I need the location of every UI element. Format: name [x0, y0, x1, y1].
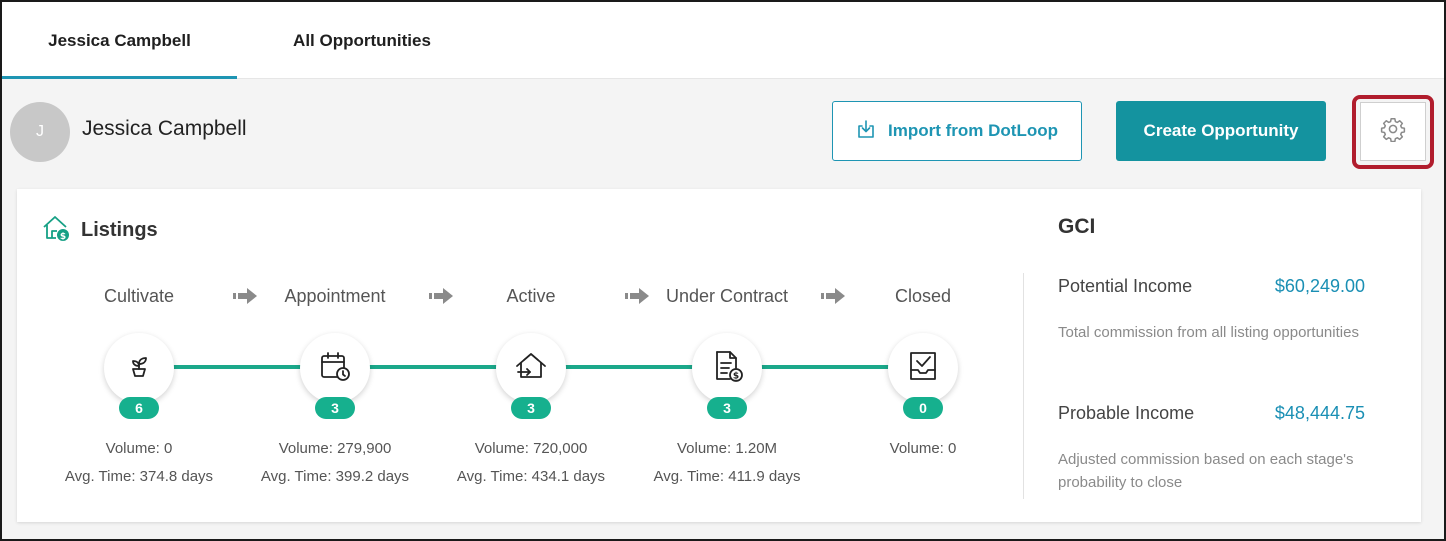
stage-appointment-button[interactable]	[300, 333, 370, 403]
stage-arrow-icon	[233, 288, 257, 304]
stage-volume-under-contract: Volume: 1.20M	[676, 440, 778, 457]
stage-volume-appointment: Volume: 279,900	[278, 440, 392, 457]
stage-label-active: Active	[506, 286, 556, 306]
probable-income-label: Probable Income	[1058, 403, 1195, 423]
stage-arrow-icon	[429, 288, 453, 304]
stage-label-under-contract: Under Contract	[665, 286, 789, 306]
gci-divider	[1023, 273, 1024, 499]
listings-header: $ Listings	[41, 213, 158, 248]
gear-icon	[1380, 116, 1406, 147]
import-button-label: Import from DotLoop	[888, 121, 1058, 140]
stage-avg-time-cultivate: Avg. Time: 374.8 days	[64, 468, 214, 485]
house-arrow-icon	[514, 349, 548, 388]
stage-count-badge-cultivate: 6	[119, 397, 159, 419]
tab-all-opportunities[interactable]: All Opportunities	[252, 2, 472, 79]
stage-arrow-icon	[625, 288, 649, 304]
settings-button[interactable]	[1360, 102, 1426, 161]
tab-jessica-campbell[interactable]: Jessica Campbell	[2, 2, 237, 79]
create-opportunity-button[interactable]: Create Opportunity	[1116, 101, 1326, 161]
stage-avg-time-under-contract: Avg. Time: 411.9 days	[653, 468, 801, 485]
plant-icon	[122, 349, 156, 388]
document-dollar-icon: $	[710, 349, 744, 388]
stage-arrow-icon	[821, 288, 845, 304]
stage-count-badge-appointment: 3	[315, 397, 355, 419]
app-frame: Jessica Campbell All Opportunities J Jes…	[0, 0, 1446, 541]
stage-volume-closed: Volume: 0	[889, 440, 957, 457]
probable-income-description: Adjusted commission based on each stage'…	[1058, 451, 1354, 491]
stage-count-badge-under-contract: 3	[707, 397, 747, 419]
stage-under-contract-button[interactable]: $	[692, 333, 762, 403]
listings-card: $ Listings Cultivate Appointment Active …	[17, 189, 1421, 522]
active-tab-indicator	[2, 76, 237, 79]
gci-title: GCI	[1058, 215, 1096, 238]
stage-count-badge-active: 3	[511, 397, 551, 419]
potential-income-value: $60,249.00	[1274, 276, 1365, 296]
stage-label-appointment: Appointment	[284, 286, 386, 306]
svg-text:$: $	[60, 232, 66, 242]
calendar-clock-icon	[318, 349, 352, 388]
stage-volume-active: Volume: 720,000	[474, 440, 588, 457]
house-dollar-icon: $	[41, 213, 71, 248]
stage-cultivate-button[interactable]	[104, 333, 174, 403]
stage-volume-cultivate: Volume: 0	[105, 440, 173, 457]
agent-name: Jessica Campbell	[82, 117, 247, 140]
import-from-dotloop-button[interactable]: Import from DotLoop	[832, 101, 1082, 161]
stage-label-closed: Closed	[894, 286, 952, 306]
potential-income-label: Potential Income	[1058, 276, 1193, 296]
stage-label-cultivate: Cultivate	[103, 286, 175, 306]
potential-income-description: Total commission from all listing opport…	[1058, 324, 1359, 341]
stage-closed-button[interactable]	[888, 333, 958, 403]
avatar: J	[10, 102, 70, 162]
svg-text:$: $	[733, 371, 739, 381]
listings-title: Listings	[81, 219, 158, 241]
inbox-check-icon	[906, 349, 940, 388]
download-icon	[856, 119, 876, 144]
stage-active-button[interactable]	[496, 333, 566, 403]
probable-income-value: $48,444.75	[1274, 403, 1365, 423]
stage-avg-time-appointment: Avg. Time: 399.2 days	[260, 468, 410, 485]
stage-avg-time-active: Avg. Time: 434.1 days	[456, 468, 606, 485]
tab-bar: Jessica Campbell All Opportunities	[2, 2, 1444, 79]
stage-count-badge-closed: 0	[903, 397, 943, 419]
